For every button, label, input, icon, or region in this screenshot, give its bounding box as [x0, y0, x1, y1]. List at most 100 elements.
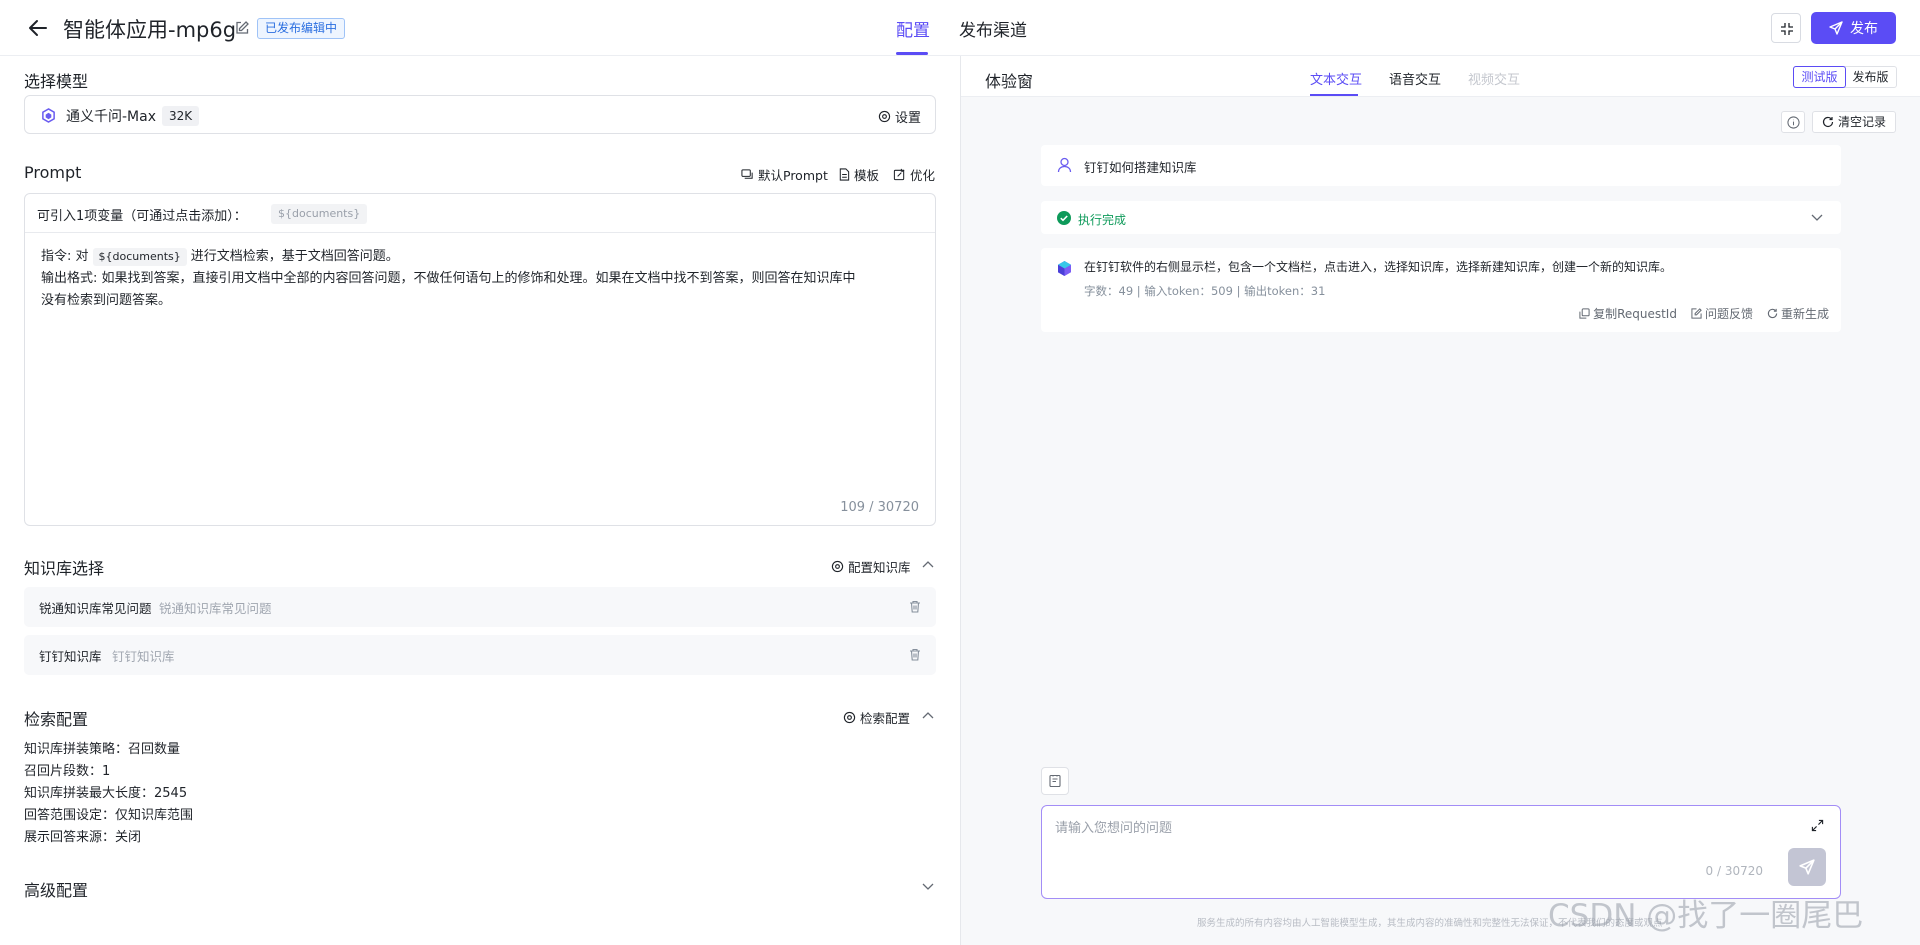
chevron-up-icon[interactable]: [922, 560, 934, 568]
experience-header: 体验窗 文本交互 语音交互 视频交互 测试版 发布版: [961, 56, 1920, 97]
version-release[interactable]: 发布版: [1845, 67, 1896, 87]
prompt-line1-prefix: 指令: 对: [41, 249, 89, 264]
check-circle-icon: [1057, 211, 1071, 225]
assistant-answer-card: 在钉钉软件的右侧显示栏，包含一个文档栏，点击进入，选择知识库，选择新建知识库，创…: [1041, 248, 1841, 332]
prompt-line1-suffix: 进行文档检索，基于文档回答问题。: [190, 249, 399, 264]
variable-bar: 可引入1项变量（可通过点击添加）： ${documents}: [25, 194, 935, 233]
chat-icon: [741, 169, 753, 179]
template-button[interactable]: 模板: [838, 165, 879, 184]
note-button[interactable]: [1041, 767, 1069, 795]
variable-chip[interactable]: ${documents}: [271, 204, 368, 224]
refresh-icon: [1822, 116, 1834, 128]
mode-tab-underline: [1310, 94, 1358, 96]
knowledge-item-name: 锐通知识库常见问题: [39, 601, 152, 616]
trash-icon[interactable]: [909, 600, 921, 613]
publish-label: 发布: [1850, 21, 1878, 37]
user-avatar-icon: [1057, 157, 1072, 173]
version-test[interactable]: 测试版: [1793, 66, 1846, 88]
chat-input[interactable]: [1055, 817, 1775, 847]
retrieval-setting: 知识库拼装策略：召回数量: [24, 738, 180, 757]
edit-title-icon[interactable]: [234, 20, 250, 36]
setting-value: 关闭: [115, 830, 142, 845]
retrieval-setting: 知识库拼装最大长度：2545: [24, 782, 187, 801]
note-icon: [1049, 774, 1061, 788]
user-question-text: 钉钉如何搭建知识库: [1084, 160, 1197, 175]
clear-history-label: 清空记录: [1837, 115, 1886, 129]
knowledge-item-desc: 钉钉知识库: [112, 649, 175, 664]
retrieval-setting: 回答范围设定：仅知识库范围: [24, 804, 193, 823]
retrieval-section-title: 检索配置: [24, 710, 89, 729]
optimize-button[interactable]: 优化: [893, 165, 935, 184]
execution-status-card[interactable]: 执行完成: [1041, 201, 1841, 234]
config-panel: 选择模型 通义千问-Max 32K 设置 Prompt 默认Prompt 模板 …: [0, 56, 960, 945]
app-title: 智能体应用-mp6g: [63, 18, 237, 42]
prompt-text[interactable]: 指令: 对 ${documents} 进行文档检索，基于文档回答问题。 输出格式: …: [41, 246, 921, 312]
prompt-variable-chip: ${documents}: [92, 248, 187, 266]
status-badge: 已发布编辑中: [257, 18, 346, 39]
tab-underline: [896, 52, 928, 55]
send-button[interactable]: [1788, 848, 1826, 886]
optimize-label: 优化: [910, 168, 936, 183]
collapse-icon: [1781, 23, 1793, 35]
gear-icon: [878, 110, 891, 123]
prompt-editor[interactable]: 可引入1项变量（可通过点击添加）： ${documents} 指令: 对 ${do…: [24, 193, 936, 526]
assistant-logo-icon: [1056, 260, 1073, 277]
assistant-answer-text: 在钉钉软件的右侧显示栏，包含一个文档栏，点击进入，选择知识库，选择新建知识库，创…: [1084, 260, 1673, 274]
tab-voice-interaction[interactable]: 语音交互: [1389, 69, 1441, 88]
regenerate-button[interactable]: 重新生成: [1767, 305, 1829, 322]
input-char-count: 0 / 30720: [1705, 864, 1763, 878]
advanced-section-title[interactable]: 高级配置: [24, 877, 88, 901]
info-button[interactable]: [1781, 111, 1805, 133]
setting-value: 2545: [154, 786, 188, 801]
knowledge-item[interactable]: 锐通知识库常见问题 锐通知识库常见问题: [24, 587, 936, 627]
version-switch: 测试版 发布版: [1793, 66, 1897, 88]
publish-button[interactable]: 发布: [1811, 12, 1896, 44]
setting-label: 知识库拼装策略：: [24, 742, 129, 757]
retrieval-config-label: 检索配置: [860, 711, 911, 726]
tab-video-interaction[interactable]: 视频交互: [1468, 69, 1520, 88]
chevron-down-icon[interactable]: [1811, 214, 1823, 222]
answer-actions: 复制RequestId 问题反馈 重新生成: [1579, 305, 1829, 322]
feedback-button[interactable]: 问题反馈: [1691, 305, 1753, 322]
tab-config[interactable]: 配置: [896, 16, 930, 41]
chevron-down-icon[interactable]: [922, 883, 934, 891]
model-selector[interactable]: 通义千问-Max 32K 设置: [24, 95, 936, 134]
tab-text-interaction[interactable]: 文本交互: [1310, 69, 1362, 88]
retrieval-config-button[interactable]: 检索配置: [843, 708, 910, 727]
model-settings-button[interactable]: 设置: [878, 107, 921, 126]
config-knowledge-button[interactable]: 配置知识库: [831, 557, 911, 576]
variable-hint: 可引入1项变量（可通过点击添加）：: [37, 209, 247, 224]
collapse-button[interactable]: [1771, 13, 1801, 43]
setting-value: 召回数量: [128, 742, 181, 757]
setting-value: 仅知识库范围: [115, 808, 194, 823]
gear-icon: [831, 560, 844, 573]
edit-icon: [1691, 308, 1702, 319]
regenerate-label: 重新生成: [1780, 307, 1829, 321]
default-prompt-button[interactable]: 默认Prompt: [741, 165, 828, 184]
model-logo-icon: [41, 108, 56, 123]
clear-history-button[interactable]: 清空记录: [1812, 111, 1896, 133]
retrieval-setting: 召回片段数：1: [24, 760, 110, 779]
answer-token-stats: 字数：49 | 输入token：509 | 输出token：31: [1084, 284, 1326, 298]
watermark: CSDN @找了一圈尾巴: [1548, 898, 1864, 934]
model-section-title: 选择模型: [24, 72, 89, 91]
setting-label: 知识库拼装最大长度：: [24, 786, 155, 801]
user-question-card: 钉钉如何搭建知识库: [1041, 145, 1841, 186]
trash-icon[interactable]: [909, 648, 921, 661]
back-arrow-icon[interactable]: [26, 16, 50, 40]
prompt-line3: 没有检索到问题答案。: [41, 293, 172, 308]
chevron-up-icon[interactable]: [922, 711, 934, 719]
knowledge-item[interactable]: 钉钉知识库 钉钉知识库: [24, 635, 936, 675]
prompt-section-title: Prompt: [24, 163, 82, 182]
expand-icon[interactable]: [1811, 819, 1824, 832]
prompt-char-count: 109 / 30720: [840, 500, 919, 515]
copy-request-id-button[interactable]: 复制RequestId: [1579, 305, 1677, 322]
experience-title: 体验窗: [985, 72, 1034, 91]
setting-value: 1: [102, 764, 111, 779]
execution-status-text: 执行完成: [1078, 213, 1127, 227]
context-badge: 32K: [162, 106, 200, 126]
prompt-line2: 输出格式: 如果找到答案，直接引用文档中全部的内容回答问题，不做任何语句上的修饰…: [41, 271, 856, 286]
info-icon: [1787, 116, 1800, 129]
tab-publish-channel[interactable]: 发布渠道: [959, 16, 1027, 41]
top-header: 智能体应用-mp6g 已发布编辑中 配置 发布渠道 发布: [0, 0, 1920, 56]
